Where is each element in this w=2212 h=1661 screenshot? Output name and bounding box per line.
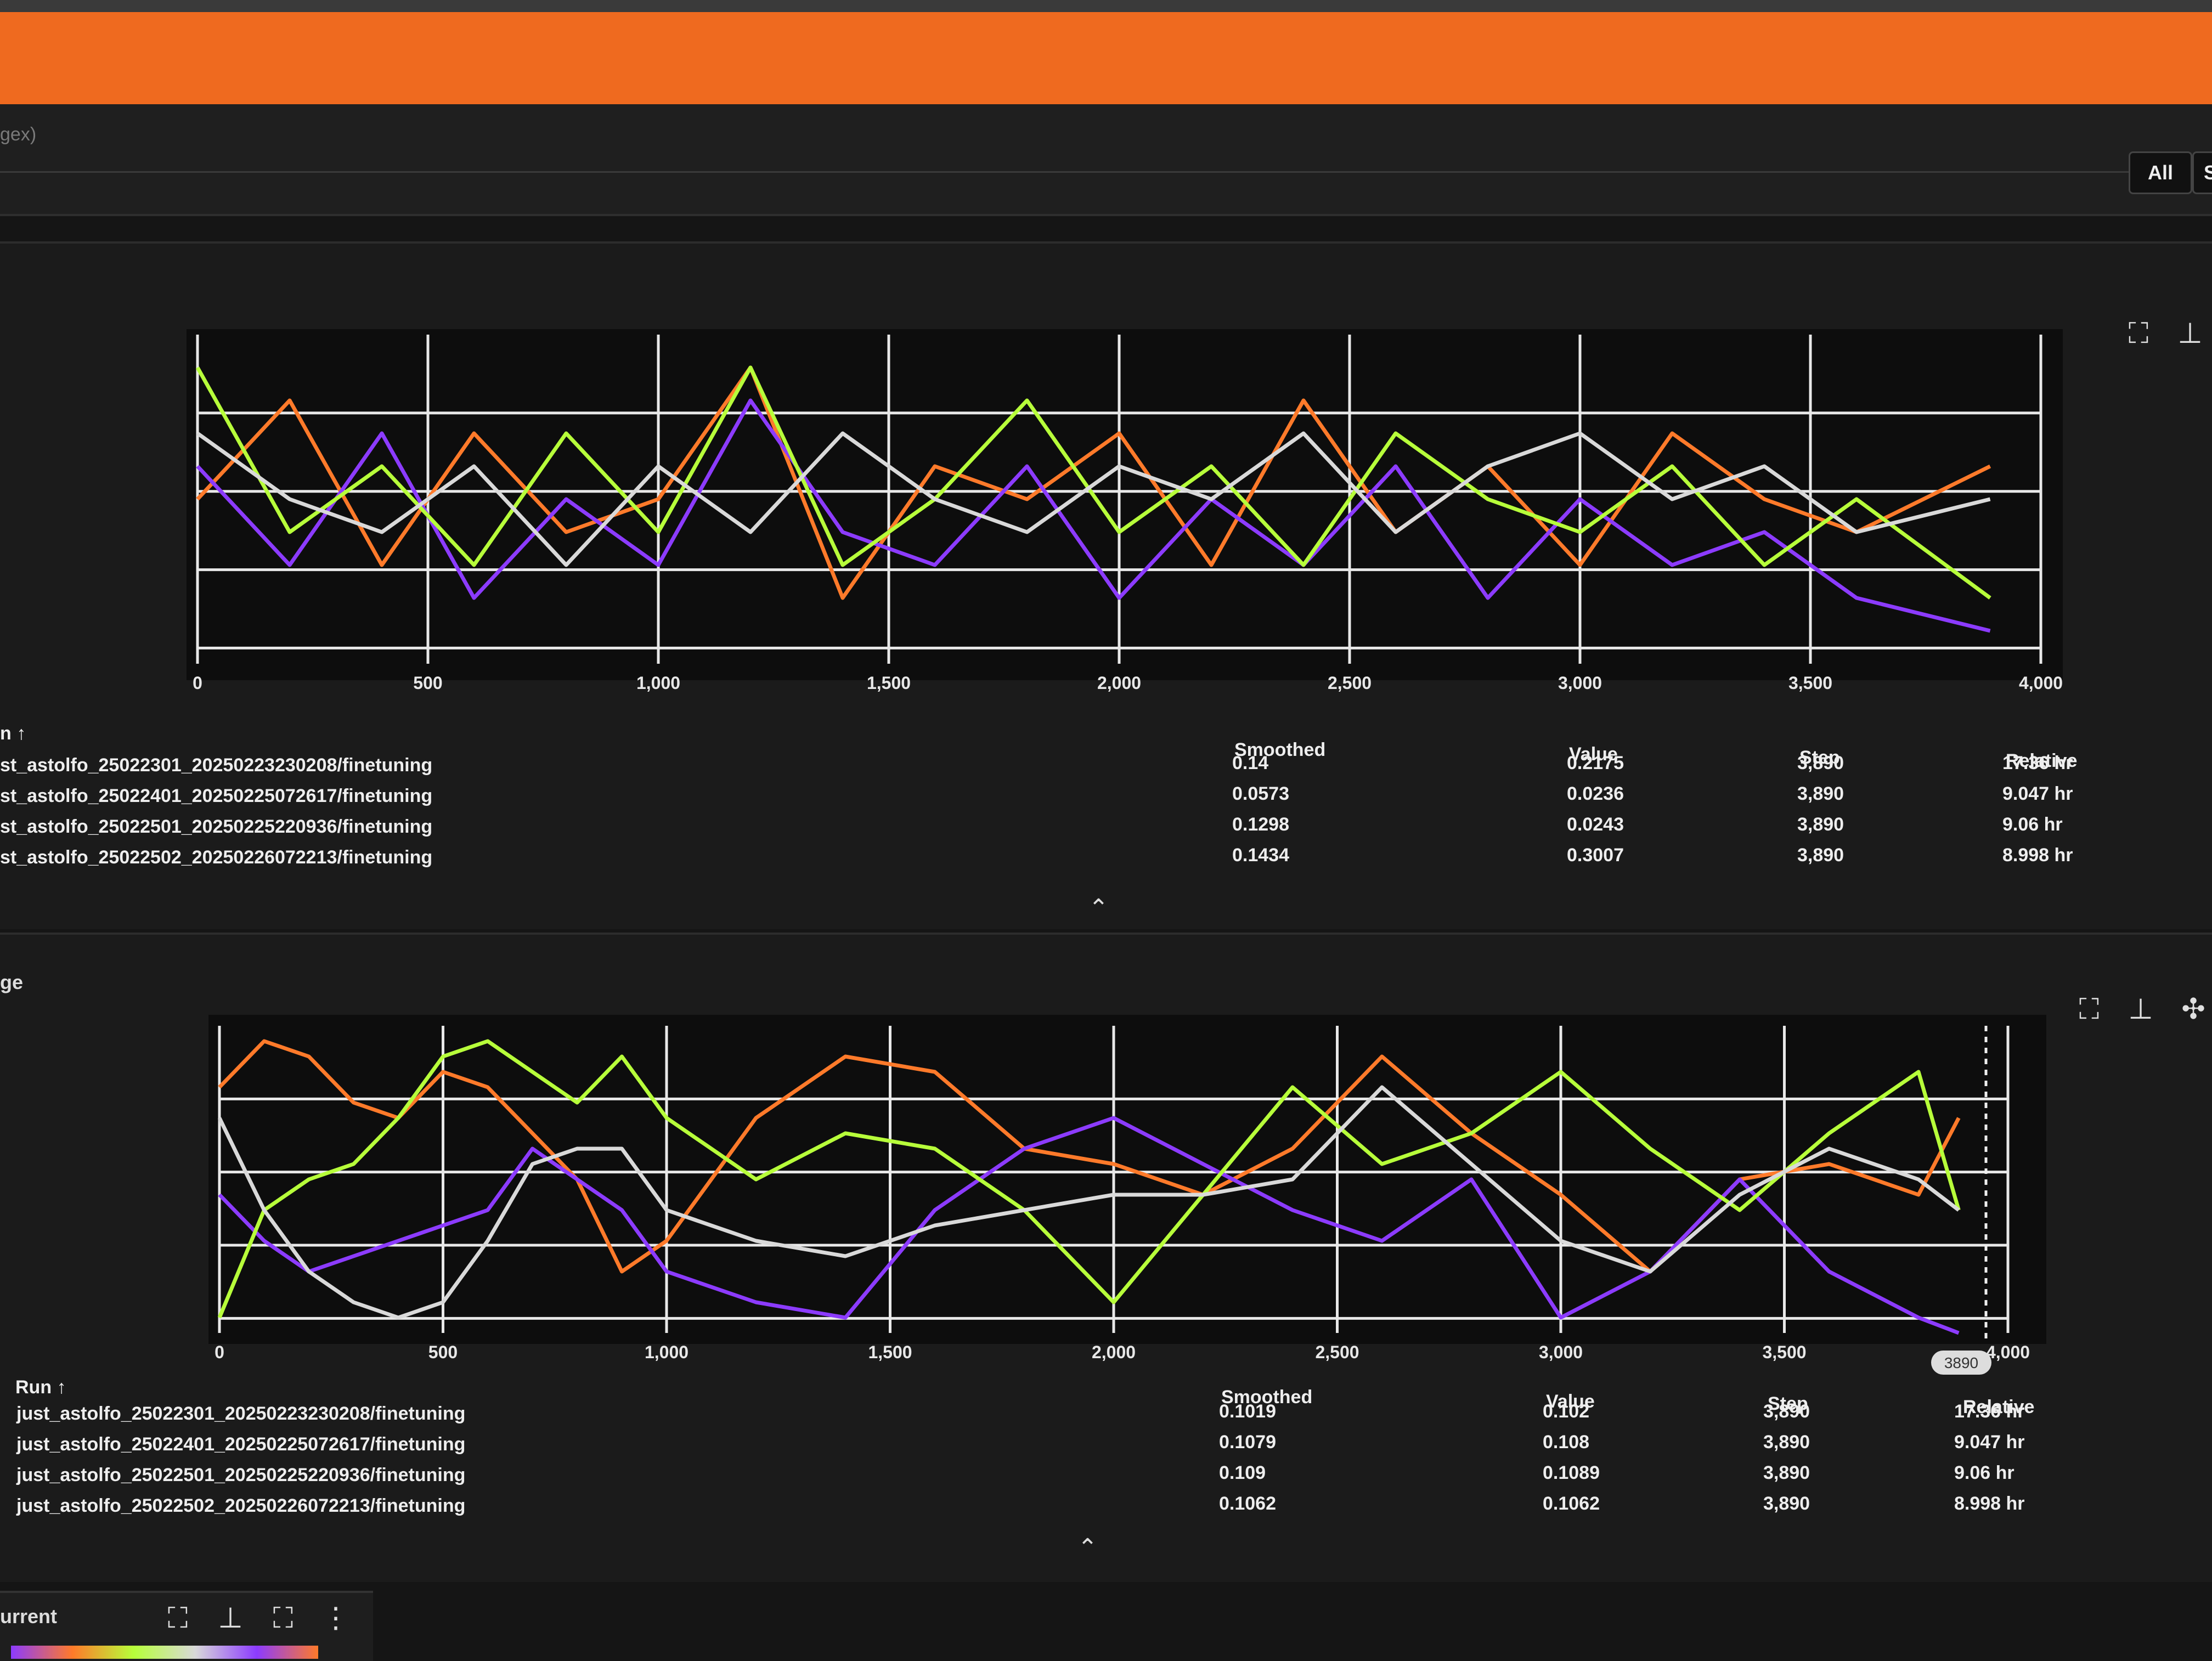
chart-2-svg: 0 500 1,000 1,500 2,000 2,500 3,000 3,500 4,000 … [208, 1015, 2046, 1375]
table-run-cell[interactable]: just_astolfo_25022301_20250223230208/fin… [16, 1403, 465, 1425]
fit-domain-icon[interactable]: ⛶ [160, 1601, 195, 1636]
x-tick-label: 0 [193, 673, 202, 693]
table-value-cell: 0.0236 [1567, 783, 1624, 804]
monitor-bezel-edge [0, 0, 2212, 12]
table-value-cell: 0.102 [1543, 1401, 1590, 1422]
table-smoothed-cell: 0.1298 [1232, 814, 1289, 835]
x-tick-label: 2,000 [1092, 1342, 1136, 1362]
table-smoothed-cell: 0.1079 [1219, 1432, 1276, 1453]
x-tick-label: 1,000 [645, 1342, 689, 1362]
table-run-cell[interactable]: st_astolfo_25022401_20250225072617/finet… [0, 786, 432, 807]
table-relative-cell: 8.998 hr [2002, 845, 2073, 866]
chart-2-x-axis: 0 500 1,000 1,500 2,000 2,500 3,000 3,500 4,000 [215, 1342, 2030, 1362]
table-run-cell[interactable]: just_astolfo_25022502_20250226072213/fin… [16, 1495, 465, 1517]
run-filter-input[interactable]: gex) [0, 124, 36, 145]
run-filter-bar [0, 104, 2212, 216]
table-1-run-header[interactable]: n ↑ [0, 723, 26, 744]
pin-icon[interactable]: ⊥ [213, 1601, 248, 1636]
x-tick-label: 1,000 [636, 673, 680, 693]
table-run-cell[interactable]: st_astolfo_25022301_20250223230208/finet… [0, 755, 432, 776]
table-value-cell: 0.0243 [1567, 814, 1624, 835]
x-tick-label: 4,000 [1986, 1342, 2030, 1362]
table-smoothed-cell: 0.1062 [1219, 1493, 1276, 1514]
table-step-cell: 3,890 [1763, 1462, 1810, 1483]
table-step-cell: 3,890 [1797, 783, 1844, 804]
x-tick-label: 3,500 [1788, 673, 1832, 693]
table-relative-cell: 9.06 hr [1954, 1462, 2015, 1483]
collapse-table-2-icon[interactable]: ⌃ [1077, 1534, 1098, 1562]
table-run-cell[interactable]: st_astolfo_25022502_20250226072213/finet… [0, 847, 432, 868]
table-value-cell: 0.1089 [1543, 1462, 1600, 1483]
table-run-cell[interactable]: just_astolfo_25022501_20250225220936/fin… [16, 1465, 465, 1486]
fullscreen-icon[interactable]: ⛶ [266, 1601, 301, 1636]
app-header-bar [0, 0, 2212, 104]
x-tick-label: 2,500 [1328, 673, 1372, 693]
x-tick-label: 1,500 [867, 673, 911, 693]
table-2-run-header[interactable]: Run ↑ [15, 1377, 66, 1398]
x-tick-label: 500 [428, 1342, 458, 1362]
x-tick-label: 3,000 [1539, 1342, 1583, 1362]
table-smoothed-cell: 0.1434 [1232, 845, 1289, 866]
table-relative-cell: 8.998 hr [1954, 1493, 2025, 1514]
filter-underline [0, 171, 2212, 173]
table-relative-cell: 17.36 hr [2002, 753, 2073, 773]
table-relative-cell: 9.047 hr [2002, 783, 2073, 804]
x-tick-label: 3,000 [1558, 673, 1602, 693]
table-relative-cell: 17.36 hr [1954, 1401, 2025, 1422]
x-tick-label: 4,000 [2019, 673, 2063, 693]
chart-3-title: urrent [0, 1605, 58, 1628]
chart-2-title: ge [0, 971, 24, 993]
more-menu-icon[interactable]: ⋮ [318, 1601, 353, 1636]
table-value-cell: 0.3007 [1567, 845, 1624, 866]
table-step-cell: 3,890 [1797, 753, 1844, 773]
single-run-button[interactable]: S [2192, 151, 2212, 194]
x-tick-label: 3,500 [1762, 1342, 1806, 1362]
x-tick-label: 1,500 [868, 1342, 912, 1362]
table-run-cell[interactable]: st_astolfo_25022501_20250225220936/finet… [0, 816, 432, 838]
table-step-cell: 3,890 [1797, 814, 1844, 835]
table-step-cell: 3,890 [1763, 1401, 1810, 1422]
x-tick-label: 2,000 [1097, 673, 1141, 693]
x-tick-label: 0 [215, 1342, 224, 1362]
table-step-cell: 3,890 [1763, 1432, 1810, 1453]
hover-step-badge-text: 3890 [1944, 1354, 1978, 1371]
table-smoothed-cell: 0.109 [1219, 1462, 1266, 1483]
table-value-cell: 0.108 [1543, 1432, 1590, 1453]
x-tick-label: 2,500 [1315, 1342, 1359, 1362]
table-smoothed-cell: 0.1019 [1219, 1401, 1276, 1422]
all-runs-button[interactable]: All [2129, 151, 2192, 194]
table-value-cell: 0.2175 [1567, 753, 1624, 773]
table-step-cell: 3,890 [1797, 845, 1844, 866]
table-value-cell: 0.1062 [1543, 1493, 1600, 1514]
chart-1-svg: 0 500 1,000 1,500 2,000 2,500 3,000 3,500 4,000 [187, 329, 2063, 693]
x-tick-label: 500 [413, 673, 442, 693]
table-run-cell[interactable]: just_astolfo_25022401_20250225072617/fin… [16, 1434, 465, 1455]
table-step-cell: 3,890 [1763, 1493, 1810, 1514]
table-smoothed-cell: 0.14 [1232, 753, 1269, 773]
table-smoothed-cell: 0.0573 [1232, 783, 1289, 804]
table-relative-cell: 9.06 hr [2002, 814, 2063, 835]
collapse-table-1-icon[interactable]: ⌃ [1088, 894, 1109, 922]
chart-3-preview-strip [11, 1646, 318, 1659]
table-relative-cell: 9.047 hr [1954, 1432, 2025, 1453]
